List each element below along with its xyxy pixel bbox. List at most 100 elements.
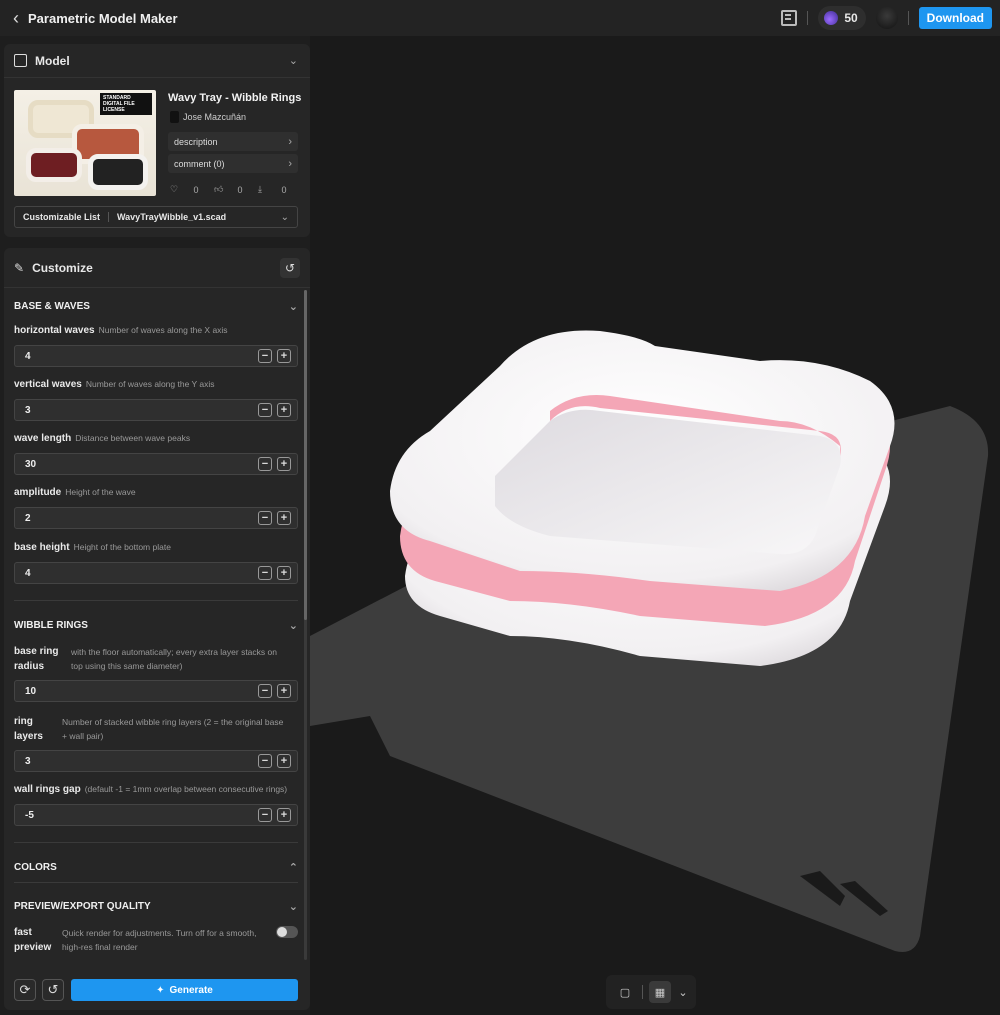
refresh-button[interactable]: ⟳ [14, 979, 36, 1001]
chevron-right-icon: › [288, 135, 292, 148]
param-name: vertical waves [14, 379, 82, 390]
model-stats: ♡ 0 👍︎ 0 ⤓ 0 [170, 184, 302, 195]
section-wibble-rings[interactable]: WIBBLE RINGS ⌄ [14, 615, 298, 635]
ring-layers-description: Number of stacked wibble ring layers (2 … [62, 715, 283, 743]
potion-icon [824, 11, 839, 25]
thumbnail-tray-black [88, 154, 148, 190]
fast-preview-toggle[interactable] [276, 926, 298, 938]
file-select-label: Customizable List [15, 212, 110, 222]
section-base-waves[interactable]: BASE & WAVES ⌄ [14, 296, 298, 316]
app-title: Parametric Model Maker [28, 10, 178, 26]
author-name: Jose Mazcuñán [183, 112, 247, 122]
increment-button[interactable]: + [277, 457, 291, 471]
increment-button[interactable]: + [277, 566, 291, 580]
chevron-down-icon: ⌄ [288, 619, 298, 632]
increment-button[interactable]: + [277, 684, 291, 698]
wall-rings-gap-input[interactable]: -5 − + [14, 804, 298, 826]
chevron-down-icon: ⌄ [288, 900, 298, 913]
increment-button[interactable]: + [277, 511, 291, 525]
section-title: WIBBLE RINGS [14, 619, 88, 631]
decrement-button[interactable]: − [258, 566, 272, 580]
decrement-button[interactable]: − [258, 457, 272, 471]
increment-button[interactable]: + [277, 754, 291, 768]
downloads-stat: ⤓ 0 [258, 184, 302, 195]
customize-panel-header: ✎ Customize ↺ [4, 248, 310, 288]
chevron-down-icon: ⌄ [288, 300, 298, 313]
param-desc-line1: with the floor automatically; every extr… [71, 647, 277, 657]
base-ring-radius-input[interactable]: 10 − + [14, 680, 298, 702]
increment-button[interactable]: + [277, 403, 291, 417]
section-colors[interactable]: COLORS ⌃ [14, 857, 298, 877]
ring-layers-input[interactable]: 3 − + [14, 750, 298, 772]
documents-icon[interactable] [781, 10, 798, 26]
section-preview-export-quality[interactable]: PREVIEW/EXPORT QUALITY ⌄ [14, 896, 298, 916]
section-divider [14, 600, 298, 601]
thumbs-count: 0 [237, 184, 243, 195]
fast-preview-description: Quick render for adjustments. Turn off f… [62, 926, 257, 954]
chevron-down-icon[interactable]: ⌄ [289, 54, 298, 67]
model-name: Wavy Tray - Wibble Rings [168, 92, 302, 104]
param-desc-line1: Number of stacked wibble ring layers (2 … [62, 717, 284, 727]
file-select-value: WavyTrayWibble_v1.scad [117, 212, 227, 222]
base-height-input[interactable]: 4 − + [14, 562, 298, 584]
param-description: Height of the wave [65, 487, 136, 497]
comment-link[interactable]: comment (0) › [168, 154, 298, 173]
customize-panel-title: Customize [32, 260, 93, 275]
horizontal-waves-input[interactable]: 4 − + [14, 345, 298, 367]
grid-toggle-button[interactable]: ▦ [649, 981, 671, 1003]
credits-badge[interactable]: 50 [818, 6, 866, 30]
thumbs-stat[interactable]: 👍︎ 0 [214, 184, 258, 195]
wave-length-input[interactable]: 30 − + [14, 453, 298, 475]
amplitude-input[interactable]: 2 − + [14, 507, 298, 529]
model-panel: Model ⌄ STANDARD DIGITAL FILE LICENSE Wa… [4, 44, 310, 237]
section-title: BASE & WAVES [14, 300, 90, 312]
increment-button[interactable]: + [277, 349, 291, 363]
increment-button[interactable]: + [277, 808, 291, 822]
likes-stat[interactable]: ♡ 0 [170, 184, 214, 195]
decrement-button[interactable]: − [258, 511, 272, 525]
grid-options-dropdown[interactable]: ⌄ [677, 981, 689, 1003]
section-title: COLORS [14, 861, 57, 873]
thumbnail-tray-burgundy [26, 148, 82, 182]
decrement-button[interactable]: − [258, 808, 272, 822]
divider [907, 11, 909, 25]
download-icon: ⤓ [258, 184, 262, 194]
section-title: PREVIEW/EXPORT QUALITY [14, 900, 151, 912]
decrement-button[interactable]: − [258, 349, 272, 363]
history-button[interactable]: ↺ [280, 258, 300, 278]
fit-view-icon: ▢ [619, 986, 631, 999]
chevron-right-icon: › [288, 157, 292, 170]
thumbs-up-icon: 👍︎ [214, 184, 224, 194]
likes-count: 0 [193, 184, 199, 195]
param-name: wave length [14, 433, 72, 444]
vertical-waves-input[interactable]: 3 − + [14, 399, 298, 421]
param-name-line2: preview [14, 942, 52, 953]
generate-button[interactable]: ✦ Generate [71, 979, 298, 1001]
input-value: 30 [25, 458, 37, 470]
horizontal-waves-label: horizontal waves Number of waves along th… [14, 325, 228, 336]
param-description: Number of waves along the Y axis [85, 379, 215, 389]
license-badge: STANDARD DIGITAL FILE LICENSE [100, 93, 152, 115]
param-name: horizontal waves [14, 325, 95, 336]
decrement-button[interactable]: − [258, 684, 272, 698]
model-panel-title: Model [35, 53, 70, 68]
model-thumbnail[interactable]: STANDARD DIGITAL FILE LICENSE [14, 90, 156, 196]
user-avatar[interactable] [875, 7, 898, 29]
back-chevron-icon[interactable]: ‹ [4, 4, 28, 32]
fit-view-button[interactable]: ▢ [614, 981, 636, 1003]
file-select[interactable]: Customizable List WavyTrayWibble_v1.scad… [14, 206, 298, 228]
customize-panel: ✎ Customize ↺ BASE & WAVES ⌄ horizontal … [4, 248, 310, 1010]
param-name-line1: fast [14, 927, 32, 938]
decrement-button[interactable]: − [258, 754, 272, 768]
decrement-button[interactable]: − [258, 403, 272, 417]
model-author[interactable]: Jose Mazcuñán [170, 111, 246, 123]
param-name: amplitude [14, 487, 62, 498]
3d-viewport[interactable] [310, 36, 1000, 1015]
model-panel-header[interactable]: Model ⌄ [4, 44, 310, 78]
param-desc-line2: + wall pair) [62, 731, 104, 741]
section-divider [14, 882, 298, 883]
reset-button[interactable]: ↺ [42, 979, 64, 1001]
description-link[interactable]: description › [168, 132, 298, 151]
download-button[interactable]: Download [918, 7, 992, 29]
scrollbar-thumb[interactable] [304, 290, 307, 620]
